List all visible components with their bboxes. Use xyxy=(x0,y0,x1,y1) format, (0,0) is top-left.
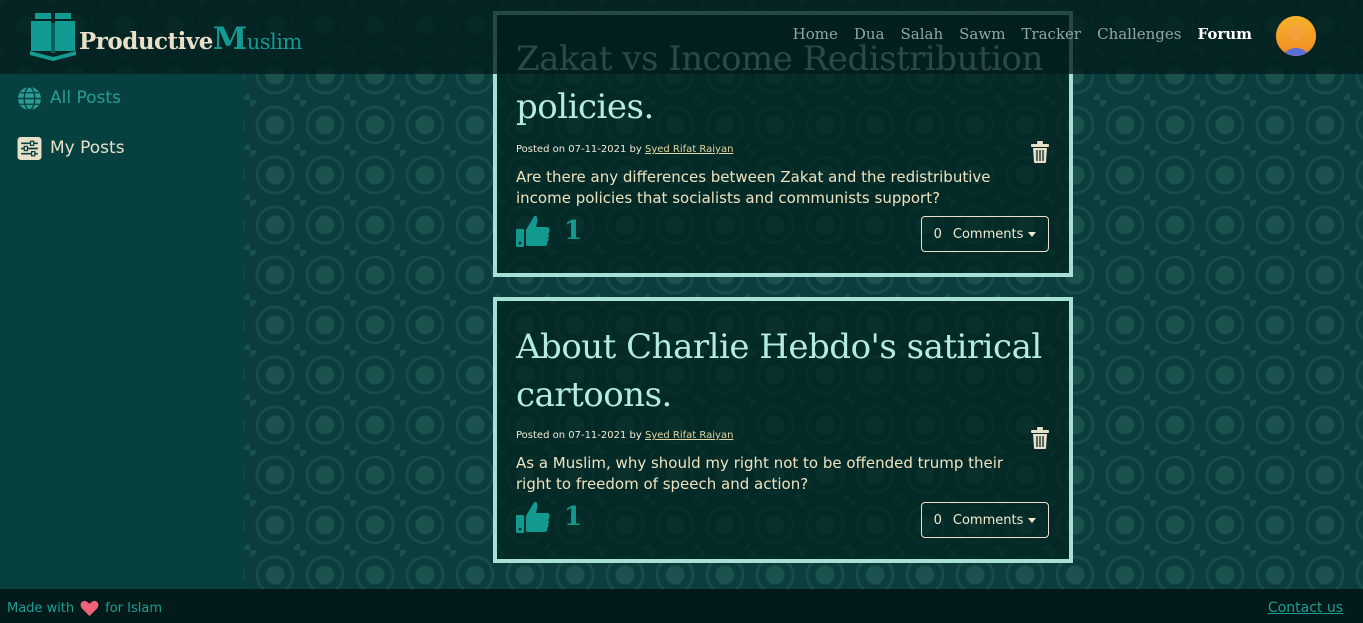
sliders-icon xyxy=(17,136,42,160)
top-navbar: ProductiveMuslim Home Dua Salah Sawm Tra… xyxy=(0,0,1363,74)
post-card: About Charlie Hebdo's satirical cartoons… xyxy=(493,297,1073,563)
nav-dua[interactable]: Dua xyxy=(854,25,885,43)
user-avatar-icon xyxy=(1276,16,1316,56)
caret-down-icon xyxy=(1028,517,1037,523)
footer-made-with: Made with for Islam xyxy=(7,600,162,617)
post-meta-prefix: Posted on 07-11-2021 by xyxy=(516,430,642,441)
brand-logo[interactable]: ProductiveMuslim xyxy=(28,11,302,61)
post-meta: Posted on 07-11-2021 by Syed Rifat Raiya… xyxy=(516,430,733,441)
comments-dropdown-button[interactable]: 0 Comments xyxy=(921,216,1049,252)
post-title[interactable]: About Charlie Hebdo's satirical cartoons… xyxy=(516,323,1061,419)
post-author-link[interactable]: Syed Rifat Raiyan xyxy=(645,144,733,155)
nav-sawm[interactable]: Sawm xyxy=(959,25,1005,43)
post-meta: Posted on 07-11-2021 by Syed Rifat Raiya… xyxy=(516,144,733,155)
footer-made-with-text: Made with xyxy=(7,601,75,616)
sidebar-item-label: All Posts xyxy=(50,88,121,108)
footer-for-islam-text: for Islam xyxy=(105,601,163,616)
trash-icon[interactable] xyxy=(1031,427,1049,449)
comments-dropdown-button[interactable]: 0 Comments xyxy=(921,502,1049,538)
sidebar: All Posts My Posts xyxy=(0,74,243,589)
like-button[interactable]: 1 xyxy=(516,500,582,534)
brand-part1: Productive xyxy=(79,28,213,55)
brand-initial: M xyxy=(212,21,247,57)
book-logo-icon xyxy=(30,13,76,61)
like-count: 1 xyxy=(564,502,583,532)
nav-salah[interactable]: Salah xyxy=(901,25,944,43)
post-meta-prefix: Posted on 07-11-2021 by xyxy=(516,144,642,155)
nav-home[interactable]: Home xyxy=(793,25,838,43)
comments-count: 0 xyxy=(933,512,942,528)
sidebar-item-my-posts[interactable]: My Posts xyxy=(17,135,243,161)
nav-challenges[interactable]: Challenges xyxy=(1097,25,1181,43)
comments-label: Comments xyxy=(952,226,1024,242)
like-count: 1 xyxy=(564,216,583,246)
user-avatar[interactable] xyxy=(1276,16,1316,56)
trash-icon[interactable] xyxy=(1031,141,1049,163)
like-button[interactable]: 1 xyxy=(516,214,582,248)
brand-text: ProductiveMuslim xyxy=(79,24,303,56)
post-body: As a Muslim, why should my right not to … xyxy=(516,454,1004,493)
heart-icon xyxy=(80,600,99,617)
caret-down-icon xyxy=(1028,231,1037,237)
footer: Made with for Islam Contact us xyxy=(0,589,1363,623)
comments-label: Comments xyxy=(952,512,1024,528)
comments-count: 0 xyxy=(933,226,942,242)
thumbs-up-icon xyxy=(516,501,550,533)
nav-forum[interactable]: Forum xyxy=(1197,25,1252,43)
globe-icon xyxy=(18,85,41,111)
brand-part2: uslim xyxy=(246,30,303,54)
nav-tracker[interactable]: Tracker xyxy=(1021,25,1081,43)
post-author-link[interactable]: Syed Rifat Raiyan xyxy=(645,430,733,441)
sidebar-item-all-posts[interactable]: All Posts xyxy=(17,85,243,111)
thumbs-up-icon xyxy=(516,215,550,247)
sidebar-item-label: My Posts xyxy=(50,138,125,158)
nav-links: Home Dua Salah Sawm Tracker Challenges F… xyxy=(793,25,1252,43)
post-body: Are there any differences between Zakat … xyxy=(516,168,991,207)
contact-us-link[interactable]: Contact us xyxy=(1268,600,1343,616)
